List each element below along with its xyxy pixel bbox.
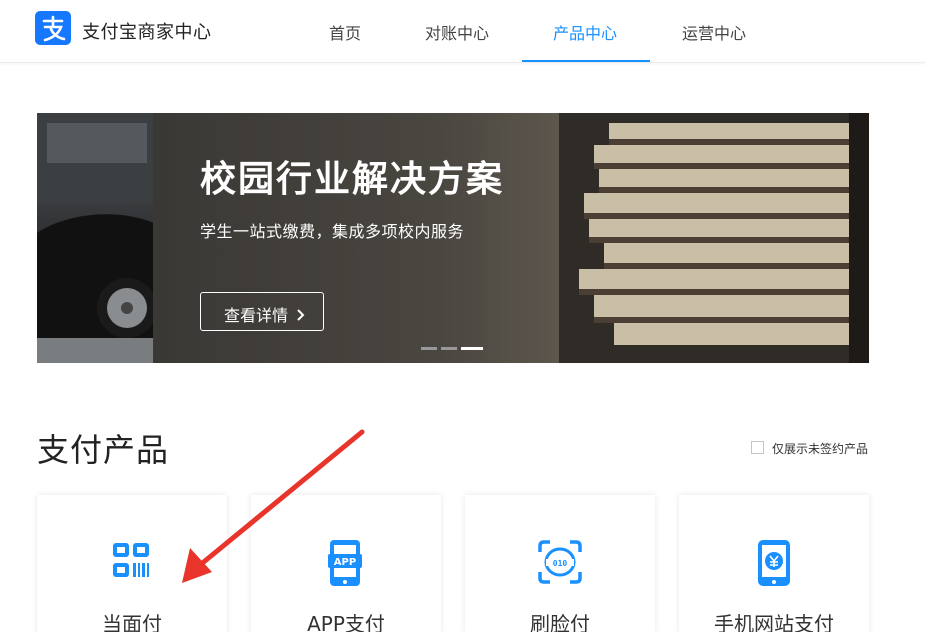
qr-scan-icon bbox=[112, 540, 152, 586]
banner-title: 校园行业解决方案 bbox=[200, 159, 505, 200]
mobile-yuan-icon bbox=[757, 540, 791, 592]
nav-home[interactable]: 首页 bbox=[329, 20, 361, 44]
section-title: 支付产品 bbox=[37, 431, 170, 469]
nav-operations[interactable]: 运营中心 bbox=[682, 20, 746, 44]
svg-text:APP: APP bbox=[334, 557, 356, 568]
only-unsigned-checkbox[interactable] bbox=[751, 441, 764, 454]
view-details-label: 查看详情 bbox=[224, 306, 289, 325]
nav-active-indicator bbox=[522, 60, 650, 62]
view-details-button[interactable]: 查看详情 bbox=[200, 292, 324, 331]
slide-dot-2[interactable] bbox=[441, 347, 457, 350]
product-label: 当面付 bbox=[102, 612, 162, 632]
banner-subtitle: 学生一站式缴费，集成多项校内服务 bbox=[200, 222, 465, 241]
product-card-app-pay[interactable]: APP APP支付 bbox=[251, 495, 441, 632]
nav-reconciliation[interactable]: 对账中心 bbox=[425, 20, 489, 44]
product-card-mobile-web-pay[interactable]: 手机网站支付 bbox=[679, 495, 869, 632]
top-header: 支付宝商家中心 首页 对账中心 产品中心 运营中心 bbox=[0, 0, 925, 63]
slide-dot-1[interactable] bbox=[421, 347, 437, 350]
product-label: 刷脸付 bbox=[530, 612, 590, 632]
banner-prev-slide-image bbox=[37, 113, 157, 363]
chevron-right-icon bbox=[297, 306, 305, 325]
product-card-face-pay[interactable]: 010 刷脸付 bbox=[465, 495, 655, 632]
app-phone-icon: APP bbox=[328, 540, 364, 592]
product-card-face-to-face[interactable]: 当面付 bbox=[37, 495, 227, 632]
brand-title[interactable]: 支付宝商家中心 bbox=[82, 18, 212, 44]
svg-text:010: 010 bbox=[553, 559, 568, 568]
face-scan-icon: 010 bbox=[538, 540, 582, 588]
slide-dot-3[interactable] bbox=[461, 347, 483, 350]
product-label: APP支付 bbox=[307, 612, 385, 632]
only-unsigned-label[interactable]: 仅展示未签约产品 bbox=[772, 440, 868, 457]
alipay-logo-icon[interactable] bbox=[35, 11, 71, 45]
product-label: 手机网站支付 bbox=[714, 612, 834, 632]
nav-products[interactable]: 产品中心 bbox=[553, 20, 617, 44]
